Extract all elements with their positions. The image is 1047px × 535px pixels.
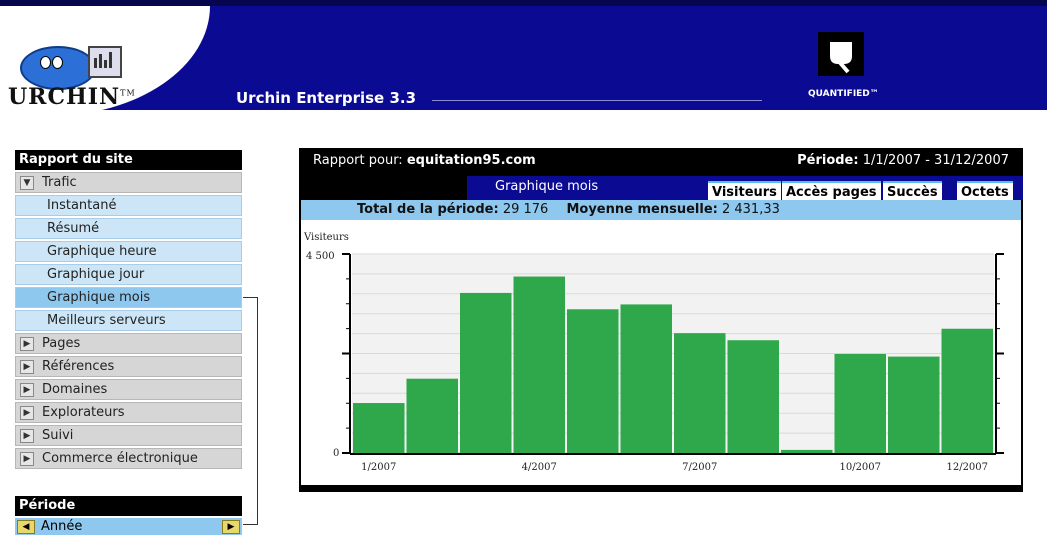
total-value: 29 176 [502,202,549,217]
bar-chart: Visiteurs 0 4 500 1/2007 4/2007 7/2007 10/2007… [303,232,1004,473]
period-stats: Total de la période: 29 176 Moyenne mens… [301,200,1021,220]
sidebar-heading: Rapport du site [15,150,242,170]
period-value: Année [41,519,83,534]
quantified-label: QUANTIFIED™ [808,89,879,99]
tab-succes[interactable]: Succès [883,181,942,200]
bar-4/2007 [513,276,565,453]
urchin-logo[interactable]: URCHINTM [8,84,136,110]
period-section: Période [15,496,242,516]
average-value: 2 431,33 [721,202,780,217]
sidebar-item-label: Trafic [42,175,77,190]
next-period-icon[interactable]: ▶ [222,519,240,534]
period-heading: Période [15,496,242,516]
sidebar-item-graphique-heure[interactable]: Graphique heure [15,241,242,262]
graph-title: Graphique mois [495,179,599,194]
report-period: Période: 1/1/2007 - 31/12/2007 [797,153,1009,168]
report-for-label: Rapport pour: [313,152,403,168]
visitors-chart: Visiteurs 0 4 500 1/2007 4/2007 7/2007 10/2007… [301,220,1021,485]
x-tick-label: 1/2007 [361,462,396,473]
bar-12/2007 [941,328,993,453]
report-site: equitation95.com [406,152,536,168]
tab-octets[interactable]: Octets [957,181,1013,200]
title-divider [432,100,762,101]
triangle-right-icon: ▶ [20,382,34,397]
bar-1/2007 [353,403,405,453]
sidebar-item-label: Suivi [42,428,74,443]
triangle-right-icon: ▶ [20,336,34,351]
monitor-icon [88,46,122,78]
bar-3/2007 [460,292,512,453]
bar-2/2007 [406,378,458,453]
sidebar-item-meilleurs-serveurs[interactable]: Meilleurs serveurs [15,310,242,331]
y-axis-title: Visiteurs [303,232,349,243]
x-tick-label: 7/2007 [682,462,717,473]
triangle-right-icon: ▶ [20,451,34,466]
bar-6/2007 [620,304,672,453]
app-header: URCHINTM Urchin Enterprise 3.3 QUANTIFIE… [0,0,1047,116]
report-panel: Rapport pour: equitation95.com Période: … [299,148,1023,492]
bar-11/2007 [888,356,940,453]
y-tick-label: 4 500 [306,251,335,262]
triangle-right-icon: ▶ [20,359,34,374]
y-tick-label: 0 [333,448,339,459]
site-report-sidebar: Rapport du site ▼ Trafic Instantané Résu… [15,150,242,469]
tab-visiteurs[interactable]: Visiteurs [708,181,781,200]
x-tick-label: 12/2007 [946,462,988,473]
x-tick-label: 10/2007 [839,462,881,473]
sidebar-item-label: Explorateurs [42,405,125,420]
sidebar-item-explorateurs[interactable]: ▶ Explorateurs [15,402,242,423]
sidebar-item-label: Pages [42,336,81,351]
sidebar-item-label: Domaines [42,382,108,397]
bar-10/2007 [834,353,886,453]
total-label: Total de la période: [357,202,499,217]
sidebar-item-instantane[interactable]: Instantané [15,195,242,216]
bar-9/2007 [781,449,833,453]
average-label: Moyenne mensuelle: [566,202,718,217]
triangle-down-icon: ▼ [20,175,34,190]
selection-connector [243,297,258,525]
x-tick-label: 4/2007 [522,462,557,473]
product-title: Urchin Enterprise 3.3 [236,89,417,107]
tab-acces-pages[interactable]: Accès pages [782,181,881,200]
sidebar-item-trafic[interactable]: ▼ Trafic [15,172,242,193]
quantified-logo-icon [818,32,864,76]
sidebar-item-commerce[interactable]: ▶ Commerce électronique [15,448,242,469]
bar-5/2007 [567,309,619,453]
period-selector[interactable]: ◀ Année ▶ [15,518,242,535]
sidebar-item-domaines[interactable]: ▶ Domaines [15,379,242,400]
report-period-value: 1/1/2007 - 31/12/2007 [862,152,1009,168]
sidebar-item-graphique-mois[interactable]: Graphique mois [15,287,242,308]
report-header: Rapport pour: equitation95.com Période: … [299,148,1023,172]
report-for: Rapport pour: equitation95.com [313,153,536,168]
sidebar-item-references[interactable]: ▶ Références [15,356,242,377]
sidebar-item-resume[interactable]: Résumé [15,218,242,239]
sidebar-item-label: Références [42,359,115,374]
bar-8/2007 [727,340,779,453]
previous-period-icon[interactable]: ◀ [17,519,35,534]
bar-7/2007 [674,333,726,453]
triangle-right-icon: ▶ [20,428,34,443]
sidebar-item-graphique-jour[interactable]: Graphique jour [15,264,242,285]
sidebar-item-pages[interactable]: ▶ Pages [15,333,242,354]
sidebar-item-suivi[interactable]: ▶ Suivi [15,425,242,446]
triangle-right-icon: ▶ [20,405,34,420]
sidebar-item-label: Commerce électronique [42,451,198,466]
report-period-label: Période: [797,152,859,168]
logo-background: URCHINTM [0,6,210,116]
